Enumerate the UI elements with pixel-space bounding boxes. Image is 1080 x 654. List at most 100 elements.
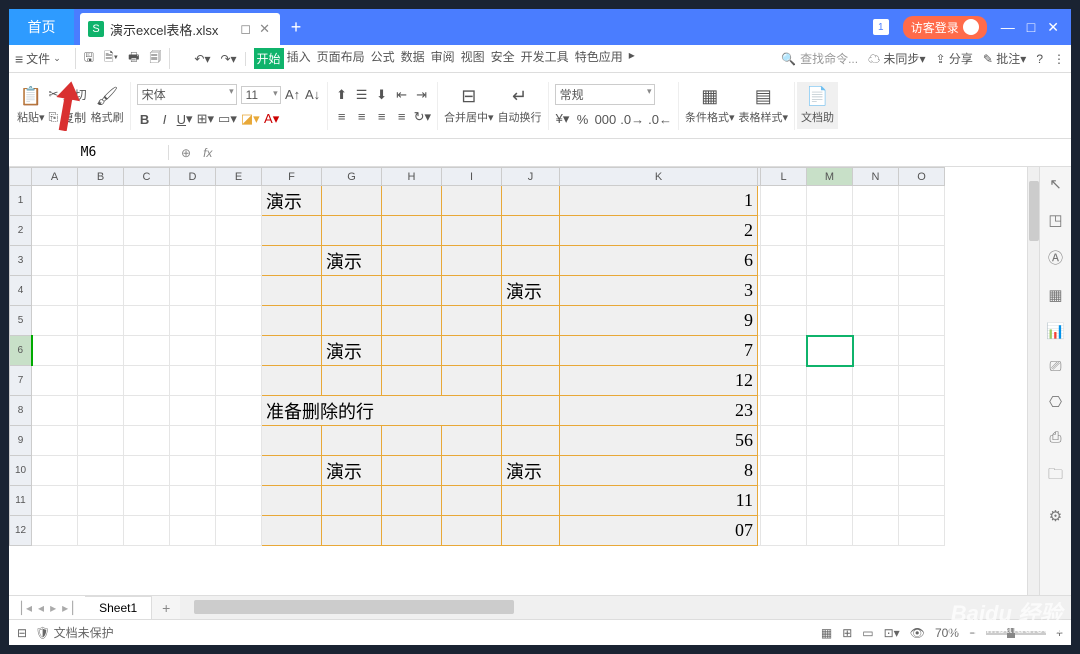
undo-icon[interactable]: ↶▾	[194, 52, 210, 66]
cell[interactable]	[807, 336, 853, 366]
cell[interactable]	[216, 426, 262, 456]
cell[interactable]	[124, 456, 170, 486]
cell[interactable]	[322, 426, 382, 456]
cell[interactable]	[262, 516, 322, 546]
cell[interactable]	[262, 246, 322, 276]
indent-dec-icon[interactable]: ⇤	[394, 87, 410, 103]
cell[interactable]	[170, 216, 216, 246]
cell[interactable]	[761, 306, 807, 336]
tab-devtools[interactable]: 开发工具	[518, 48, 572, 69]
cell[interactable]	[502, 216, 560, 246]
cell[interactable]	[502, 186, 560, 216]
add-sheet-button[interactable]: +	[152, 596, 180, 619]
cell[interactable]	[853, 246, 899, 276]
col-header[interactable]: G	[322, 168, 382, 186]
cell[interactable]	[761, 246, 807, 276]
col-header[interactable]: H	[382, 168, 442, 186]
cell[interactable]	[382, 246, 442, 276]
row-header[interactable]: 10	[10, 456, 32, 486]
cell[interactable]	[442, 516, 502, 546]
cell[interactable]	[899, 426, 945, 456]
command-search[interactable]: 🔍 查找命令...	[781, 50, 858, 67]
cell[interactable]	[442, 186, 502, 216]
cell[interactable]	[170, 396, 216, 426]
formula-input[interactable]	[224, 145, 1071, 160]
cell[interactable]	[442, 366, 502, 396]
justify-icon[interactable]: ≡	[394, 109, 410, 125]
cell[interactable]	[32, 336, 78, 366]
new-tab-button[interactable]: +	[280, 9, 312, 45]
cell[interactable]	[32, 396, 78, 426]
cell[interactable]	[322, 306, 382, 336]
cell[interactable]	[853, 366, 899, 396]
align-bottom-icon[interactable]: ⬇	[374, 87, 390, 103]
doc-assistant-button[interactable]: 📄 文档助	[797, 82, 838, 129]
cell[interactable]	[32, 456, 78, 486]
row-header[interactable]: 7	[10, 366, 32, 396]
cell[interactable]	[170, 306, 216, 336]
cell[interactable]	[807, 456, 853, 486]
percent-icon[interactable]: %	[575, 111, 591, 127]
cell[interactable]	[807, 486, 853, 516]
row-header[interactable]: 5	[10, 306, 32, 336]
cell[interactable]	[124, 336, 170, 366]
row-header[interactable]: 6	[10, 336, 32, 366]
font-shrink-icon[interactable]: A↓	[305, 87, 321, 103]
cell[interactable]	[502, 516, 560, 546]
cell[interactable]	[32, 186, 78, 216]
cell[interactable]	[382, 306, 442, 336]
cell[interactable]	[853, 486, 899, 516]
cell[interactable]	[170, 516, 216, 546]
cell[interactable]	[170, 246, 216, 276]
doc-protect-status[interactable]: 🛡 文档未保护	[35, 624, 114, 641]
tab-special[interactable]: 特色应用	[572, 48, 626, 69]
cell[interactable]	[32, 366, 78, 396]
cell[interactable]: 12	[560, 366, 758, 396]
cell[interactable]	[262, 276, 322, 306]
cell[interactable]	[32, 276, 78, 306]
cell[interactable]	[32, 426, 78, 456]
cell[interactable]	[502, 336, 560, 366]
decimal-inc-icon[interactable]: .0→	[620, 111, 644, 127]
cell[interactable]	[124, 186, 170, 216]
row-header[interactable]: 8	[10, 396, 32, 426]
cell[interactable]: 3	[560, 276, 758, 306]
align-center-icon[interactable]: ≡	[354, 109, 370, 125]
underline-icon[interactable]: U▾	[177, 111, 193, 127]
conditional-format-button[interactable]: ▦ 条件格式▾	[685, 86, 735, 125]
sync-button[interactable]: ☁ 未同步▾	[868, 50, 925, 67]
sheet-next-icon[interactable]: ▸	[50, 601, 56, 615]
cell[interactable]	[216, 306, 262, 336]
cell[interactable]	[262, 366, 322, 396]
cell[interactable]	[807, 186, 853, 216]
col-header[interactable]: M	[807, 168, 853, 186]
cell[interactable]	[853, 306, 899, 336]
col-header[interactable]: O	[899, 168, 945, 186]
align-top-icon[interactable]: ⬆	[334, 87, 350, 103]
limit-icon[interactable]: ⎔	[1049, 393, 1062, 411]
tab-home[interactable]: 首页	[9, 9, 74, 45]
cell[interactable]	[170, 366, 216, 396]
cell[interactable]	[899, 276, 945, 306]
cell[interactable]: 准备删除的行	[262, 396, 502, 426]
cell[interactable]	[170, 336, 216, 366]
cell[interactable]	[761, 516, 807, 546]
col-header[interactable]: F	[262, 168, 322, 186]
file-menu[interactable]: ≡ 文件 ⌄	[15, 50, 61, 67]
font-grow-icon[interactable]: A↑	[285, 87, 301, 103]
tab-data[interactable]: 数据	[398, 48, 428, 69]
settings-icon[interactable]: ⚙	[1049, 507, 1062, 525]
cell[interactable]	[807, 396, 853, 426]
cell[interactable]	[442, 276, 502, 306]
comma-icon[interactable]: 000	[595, 111, 617, 127]
cell[interactable]	[442, 486, 502, 516]
row-header[interactable]: 1	[10, 186, 32, 216]
cell[interactable]	[124, 366, 170, 396]
cell[interactable]	[216, 336, 262, 366]
select-all-corner[interactable]	[10, 168, 32, 186]
cut-button[interactable]: ✂ 剪切	[49, 86, 87, 103]
cell[interactable]	[170, 456, 216, 486]
font-size-select[interactable]: 11	[241, 86, 281, 104]
align-left-icon[interactable]: ≡	[334, 109, 350, 125]
cell[interactable]	[78, 456, 124, 486]
